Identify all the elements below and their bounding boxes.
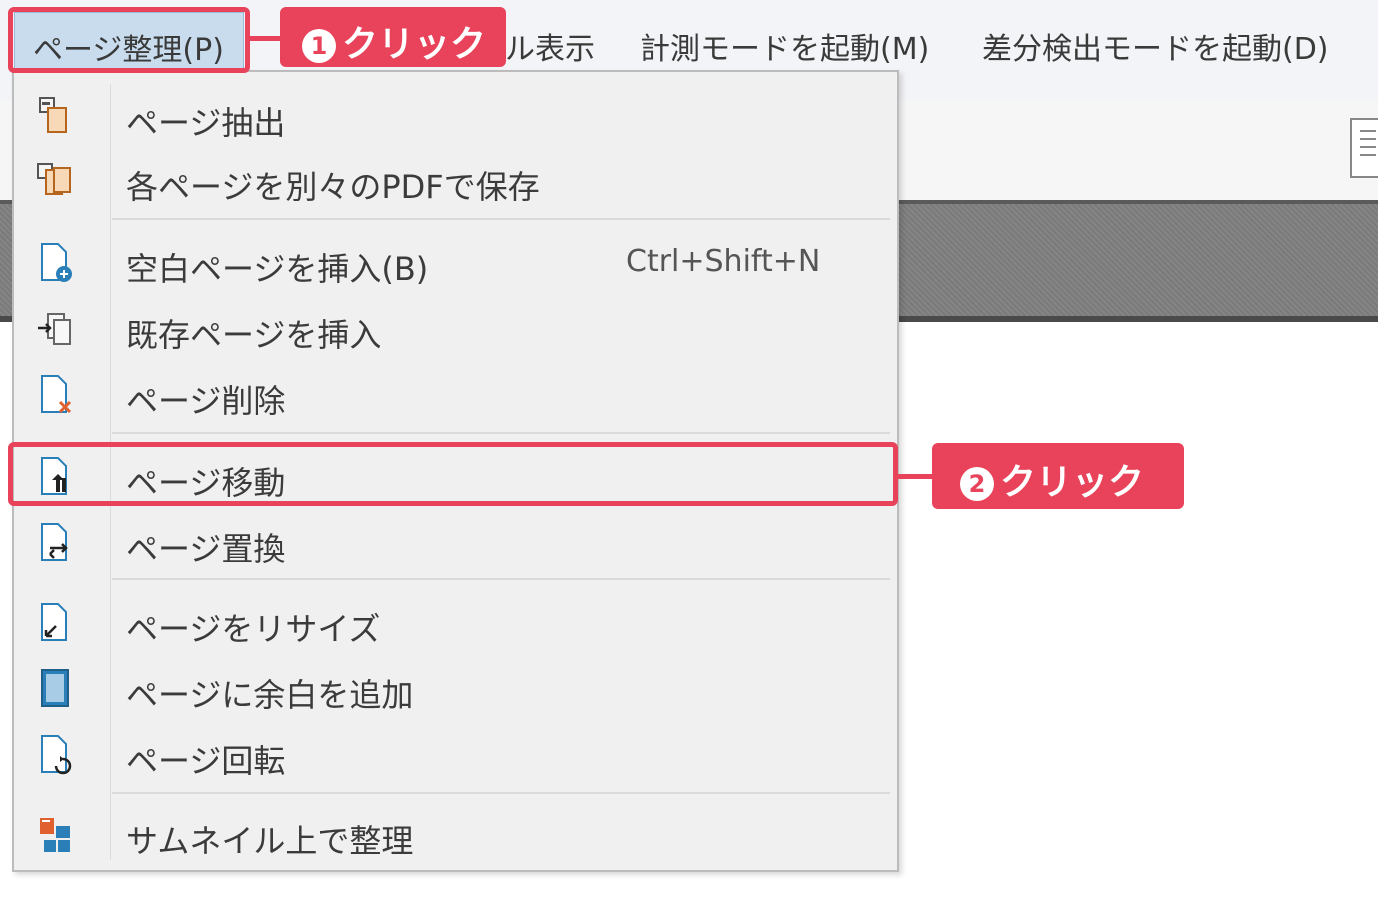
menu-item-rotate-page[interactable]: ページ回転 (14, 724, 897, 784)
list-icon (1360, 130, 1376, 132)
menu-measure-mode[interactable]: 計測モードを起動(M) (640, 24, 929, 68)
insert-blank-page-icon (41, 243, 72, 282)
step2-number: 2 (960, 467, 994, 501)
add-margin-icon (41, 669, 69, 707)
menu-item-delete-page[interactable]: ページ削除 (14, 364, 897, 424)
step2-callout: 2 クリック (932, 443, 1184, 509)
save-separate-pdf-icon (37, 163, 71, 195)
step1-number: 1 (302, 29, 336, 63)
step2-highlight (8, 442, 898, 506)
step1-callout: 1 クリック (280, 7, 506, 67)
menu-item-page-extract[interactable]: ページ抽出 (14, 86, 897, 146)
menu-item-thumbnail-organize[interactable]: サムネイル上で整理 (14, 804, 897, 864)
step1-text: クリック (342, 24, 487, 65)
menu-item-save-separate-pdf[interactable]: 各ページを別々のPDFで保存 (14, 150, 897, 210)
rotate-page-icon (41, 735, 72, 775)
delete-page-icon (41, 375, 72, 414)
menu-diff-mode[interactable]: 差分検出モードを起動(D) (982, 24, 1329, 68)
menu-item-label: 各ページを別々のPDFで保存 (126, 168, 540, 206)
menu-item-label: 空白ページを挿入(B) (126, 250, 429, 288)
menu-item-label: サムネイル上で整理 (126, 822, 414, 860)
menu-item-label: 既存ページを挿入 (126, 316, 382, 354)
insert-existing-page-icon (38, 313, 71, 345)
step1-connector (248, 36, 282, 41)
menu-item-label: ページ回転 (126, 742, 286, 780)
menu-item-label: ページ置換 (126, 530, 286, 568)
menu-item-insert-existing-page[interactable]: 既存ページを挿入 (14, 298, 897, 358)
resize-page-icon (41, 603, 67, 641)
menu-separator (112, 432, 890, 434)
menu-item-resize-page[interactable]: ページをリサイズ (14, 592, 897, 652)
menu-item-add-margin[interactable]: ページに余白を追加 (14, 658, 897, 718)
menu-item-label: ページをリサイズ (126, 610, 381, 648)
menu-separator (112, 218, 890, 220)
step2-connector (896, 474, 934, 479)
menu-separator (112, 792, 890, 794)
thumbnail-organize-icon (40, 818, 70, 852)
menu-item-label: ページ抽出 (126, 104, 286, 142)
menu-item-label: ページ削除 (126, 382, 286, 420)
menu-separator (112, 578, 890, 580)
menu-view[interactable]: ル表示 (505, 24, 595, 68)
menu-item-insert-blank-page[interactable]: 空白ページを挿入(B) Ctrl+Shift+N (14, 232, 897, 292)
panel-toggle-button[interactable] (1350, 118, 1378, 178)
menu-item-label: ページに余白を追加 (126, 676, 414, 714)
menu-item-replace-page[interactable]: ページ置換 (14, 512, 897, 572)
menu-item-shortcut: Ctrl+Shift+N (626, 244, 821, 279)
page-extract-icon (39, 97, 67, 133)
step1-highlight (8, 7, 250, 73)
step2-text: クリック (1000, 462, 1145, 503)
replace-page-icon (41, 523, 68, 561)
